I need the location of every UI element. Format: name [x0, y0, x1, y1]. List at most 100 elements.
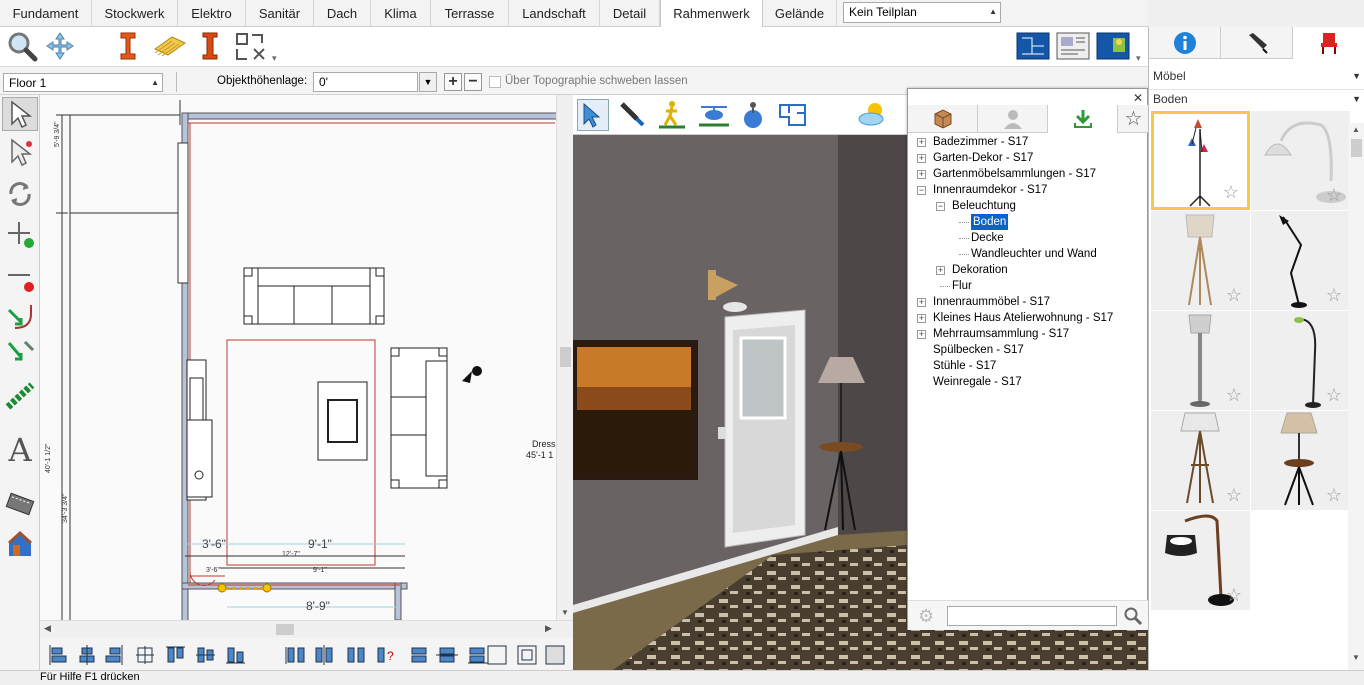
chevron-down-icon[interactable]: ▼	[1352, 653, 1360, 662]
tab-sanitaer[interactable]: Sanitär	[246, 0, 314, 27]
stairs-chain-icon[interactable]	[2, 379, 38, 413]
tree-item[interactable]: + Mehrraumsammlung - S17	[912, 326, 1144, 342]
library-item[interactable]: ☆	[1251, 211, 1350, 310]
favorite-star-icon[interactable]: ☆	[1226, 385, 1242, 406]
tab-terrasse[interactable]: Terrasse	[431, 0, 509, 27]
eyedropper-icon[interactable]	[617, 99, 649, 131]
extend-icon[interactable]	[2, 337, 38, 371]
plan-footprint-icon[interactable]	[777, 99, 811, 131]
tree-item[interactable]: + Gartenmöbelsammlungen - S17	[912, 166, 1144, 182]
tree-item[interactable]: + Dekoration	[912, 262, 1144, 278]
library-item[interactable]: ☆	[1251, 111, 1350, 210]
pan-icon[interactable]	[42, 29, 78, 63]
search-icon[interactable]	[1123, 606, 1143, 629]
house-icon[interactable]	[2, 527, 38, 561]
plan-view[interactable]: 3'-6" 9'-1" 12'-7" 9'-1" 3'-6" 8'-9" 5'-…	[40, 95, 573, 620]
chevron-right-icon[interactable]: ▶	[545, 623, 552, 634]
library-tab-downloads[interactable]	[1048, 105, 1118, 133]
decrease-button[interactable]: −	[464, 73, 482, 91]
tree-item[interactable]: − Beleuchtung	[912, 198, 1144, 214]
steel-beam-icon[interactable]	[110, 29, 146, 63]
floor-select[interactable]: Floor 1 ▲▼	[3, 73, 163, 105]
library-item[interactable]: ☆	[1151, 411, 1250, 510]
favorite-star-icon[interactable]: ☆	[1326, 185, 1342, 206]
height-dropdown-button[interactable]: ▼	[419, 72, 437, 92]
tab-elektro[interactable]: Elektro	[178, 0, 246, 27]
join-icon[interactable]	[2, 300, 38, 334]
close-icon[interactable]: ✕	[1133, 91, 1143, 105]
teilplan-select[interactable]: Kein Teilplan ▲▼	[843, 2, 1001, 34]
expand-icon[interactable]: +	[917, 138, 926, 147]
library-item[interactable]: ☆	[1251, 411, 1350, 510]
float-checkbox[interactable]	[489, 76, 501, 88]
tab-klima[interactable]: Klima	[371, 0, 431, 27]
gear-icon[interactable]: ⚙	[918, 607, 934, 625]
favorite-star-icon[interactable]: ☆	[1223, 182, 1239, 203]
align-middle-icon[interactable]	[194, 644, 216, 666]
tree-item[interactable]: + Kleines Haus Atelierwohnung - S17	[912, 310, 1144, 326]
favorite-star-icon[interactable]: ☆	[1326, 485, 1342, 506]
break-line-icon[interactable]	[2, 265, 38, 299]
orbit-icon[interactable]	[737, 99, 771, 131]
library-vscroll-thumb[interactable]	[1351, 139, 1362, 157]
library-item[interactable]: ☆	[1151, 211, 1250, 310]
tree-item[interactable]: − Innenraumdekor - S17	[912, 182, 1144, 198]
align-center-icon[interactable]	[76, 644, 98, 666]
align-top-icon[interactable]	[164, 644, 186, 666]
align-right-icon[interactable]	[104, 644, 126, 666]
camera-view-icon[interactable]	[1095, 31, 1131, 61]
tree-item[interactable]: + Innenraummöbel - S17	[912, 294, 1144, 310]
expand-icon[interactable]: +	[917, 154, 926, 163]
category-select-2[interactable]: Boden ▼	[1149, 89, 1364, 107]
tree-item[interactable]: Stühle - S17	[912, 358, 1144, 374]
favorite-star-icon[interactable]: ☆	[1226, 485, 1242, 506]
tab-fundament[interactable]: Fundament	[0, 0, 92, 27]
tree-item[interactable]: Weinregale - S17	[912, 374, 1144, 390]
info-icon[interactable]	[1149, 27, 1221, 59]
select-arrow-icon[interactable]	[2, 97, 38, 131]
walkthrough-icon[interactable]	[657, 99, 689, 131]
zoom-icon[interactable]	[4, 29, 40, 63]
rotate-icon[interactable]	[2, 177, 38, 211]
expand-icon[interactable]: +	[936, 266, 945, 275]
tab-stockwerk[interactable]: Stockwerk	[92, 0, 178, 27]
tree-item[interactable]: + Garten-Dekor - S17	[912, 150, 1144, 166]
text-icon[interactable]: A	[2, 431, 38, 469]
tree-item[interactable]: + Badezimmer - S17	[912, 134, 1144, 150]
chevron-left-icon[interactable]: ◀	[44, 623, 51, 634]
library-item[interactable]: ☆	[1251, 311, 1350, 410]
plan-hscroll-thumb[interactable]	[276, 624, 294, 635]
helicopter-icon[interactable]	[697, 99, 733, 131]
plan-hscrollbar[interactable]: ◀ ▶	[40, 620, 573, 637]
pen-icon[interactable]	[1221, 27, 1293, 59]
collapse-icon[interactable]: −	[936, 202, 945, 211]
tree-item[interactable]: Spülbecken - S17	[912, 342, 1144, 358]
chevron-down-icon[interactable]: ▼	[561, 608, 569, 617]
library-item[interactable]: ☆	[1151, 311, 1250, 410]
favorites-star-icon[interactable]: ☆	[1118, 105, 1149, 133]
favorite-star-icon[interactable]: ☆	[1326, 385, 1342, 406]
framing-tools-icon[interactable]	[231, 29, 271, 63]
chevron-up-icon[interactable]: ▲	[1352, 125, 1360, 134]
tab-detail[interactable]: Detail	[600, 0, 660, 27]
favorite-star-icon[interactable]: ☆	[1326, 285, 1342, 306]
tab-landschaft[interactable]: Landschaft	[509, 0, 600, 27]
height-input[interactable]: 0'	[313, 72, 418, 92]
tree-item[interactable]: Flur	[912, 278, 1144, 294]
library-item[interactable]: ☆	[1151, 511, 1250, 610]
add-point-icon[interactable]	[2, 217, 38, 251]
library-tab-user[interactable]	[978, 105, 1048, 133]
more-icon[interactable]: ▾	[1136, 53, 1141, 64]
tree-item[interactable]: Wandleuchter und Wand	[912, 246, 1144, 262]
film-icon[interactable]	[2, 487, 38, 521]
layout-view-icon[interactable]	[1054, 31, 1092, 61]
category-select-1[interactable]: Möbel ▼	[1149, 67, 1364, 85]
collapse-icon[interactable]: −	[917, 186, 926, 195]
floor-plan-view-icon[interactable]	[1015, 31, 1051, 61]
tab-gelaende[interactable]: Gelände	[763, 0, 837, 27]
plan-vscrollbar[interactable]: ▼	[556, 95, 573, 620]
tab-rahmenwerk[interactable]: Rahmenwerk	[660, 0, 763, 28]
chair-icon[interactable]	[1293, 27, 1364, 59]
expand-icon[interactable]: +	[917, 298, 926, 307]
more-icon[interactable]: ▾	[272, 53, 277, 64]
